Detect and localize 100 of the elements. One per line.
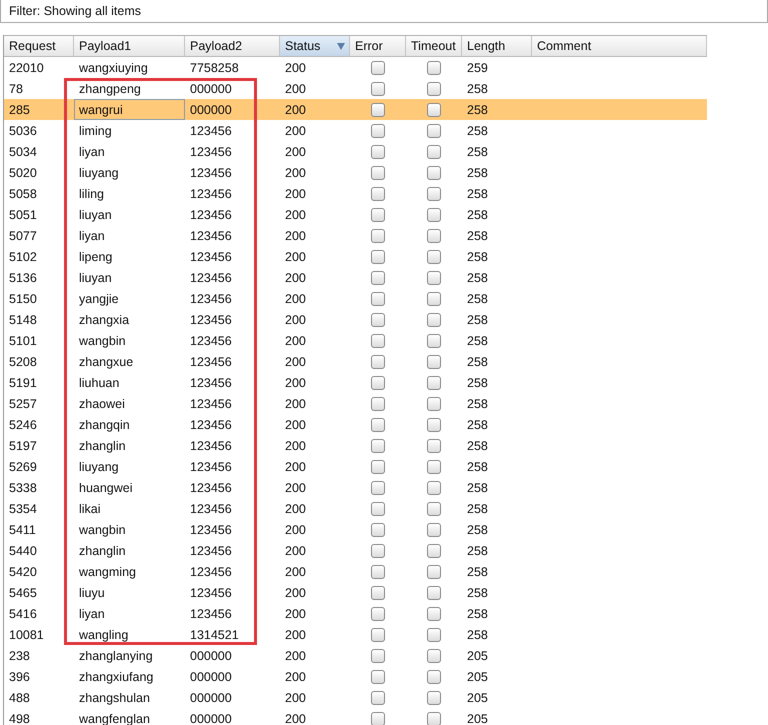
column-header[interactable]: Payload2 — [185, 36, 280, 57]
error-checkbox[interactable] — [371, 460, 385, 474]
timeout-checkbox[interactable] — [427, 502, 441, 516]
table-cell-text: 5269 — [8, 458, 38, 476]
error-checkbox[interactable] — [371, 186, 385, 200]
error-checkbox[interactable] — [371, 208, 385, 222]
timeout-checkbox[interactable] — [427, 292, 441, 306]
table-cell-text: likai — [78, 500, 102, 518]
column-header[interactable]: Comment — [532, 36, 707, 57]
sort-down-icon — [337, 42, 345, 50]
table-cell-text: 258 — [466, 606, 489, 622]
timeout-checkbox[interactable] — [427, 418, 441, 432]
timeout-checkbox[interactable] — [427, 564, 441, 578]
error-checkbox[interactable] — [371, 628, 385, 642]
timeout-checkbox[interactable] — [427, 334, 441, 348]
timeout-checkbox[interactable] — [427, 208, 441, 222]
error-checkbox[interactable] — [371, 60, 385, 74]
table-cell-text: zhanglin — [78, 542, 127, 560]
timeout-checkbox[interactable] — [427, 460, 441, 474]
filter-bar[interactable]: Filter: Showing all items — [0, 0, 768, 23]
table-cell-text: liming — [78, 122, 113, 140]
column-header[interactable]: Payload1 — [74, 36, 185, 57]
table-cell-text: 258 — [466, 290, 489, 308]
error-checkbox[interactable] — [371, 166, 385, 180]
error-checkbox[interactable] — [371, 670, 385, 684]
column-header[interactable]: Length — [462, 36, 532, 57]
table-cell-text: wangling — [78, 626, 130, 644]
column-header[interactable]: Timeout — [406, 36, 462, 57]
timeout-checkbox[interactable] — [427, 712, 441, 725]
error-checkbox[interactable] — [371, 564, 385, 578]
column-header[interactable]: Error — [350, 36, 406, 57]
timeout-checkbox[interactable] — [427, 690, 441, 704]
timeout-checkbox[interactable] — [427, 60, 441, 74]
timeout-checkbox[interactable] — [427, 124, 441, 138]
error-checkbox[interactable] — [371, 502, 385, 516]
table-cell-text: 5150 — [8, 290, 38, 308]
table-cell-text: 123456 — [189, 396, 233, 412]
error-checkbox[interactable] — [371, 312, 385, 326]
column-header[interactable]: Request — [4, 36, 74, 57]
timeout-checkbox[interactable] — [427, 606, 441, 620]
timeout-checkbox[interactable] — [427, 628, 441, 642]
error-checkbox[interactable] — [371, 334, 385, 348]
timeout-checkbox[interactable] — [427, 522, 441, 536]
table-cell-text: lipeng — [78, 248, 114, 266]
table-cell-text: 123456 — [189, 564, 233, 580]
error-checkbox[interactable] — [371, 124, 385, 138]
error-checkbox[interactable] — [371, 354, 385, 368]
error-checkbox[interactable] — [371, 102, 385, 116]
error-checkbox[interactable] — [371, 292, 385, 306]
timeout-checkbox[interactable] — [427, 186, 441, 200]
table-cell-text: 258 — [466, 374, 489, 392]
table-cell-text: 258 — [466, 416, 489, 434]
timeout-checkbox[interactable] — [427, 670, 441, 684]
error-checkbox[interactable] — [371, 270, 385, 284]
timeout-checkbox[interactable] — [427, 82, 441, 96]
table-cell-text: 205 — [466, 668, 489, 686]
table-cell-text: 200 — [284, 626, 307, 644]
error-checkbox[interactable] — [371, 648, 385, 662]
error-checkbox[interactable] — [371, 144, 385, 158]
error-checkbox[interactable] — [371, 438, 385, 452]
table-cell-text: 123456 — [189, 522, 233, 538]
error-checkbox[interactable] — [371, 606, 385, 620]
error-checkbox[interactable] — [371, 480, 385, 494]
timeout-checkbox[interactable] — [427, 270, 441, 284]
timeout-checkbox[interactable] — [427, 648, 441, 662]
error-checkbox[interactable] — [371, 712, 385, 725]
timeout-checkbox[interactable] — [427, 312, 441, 326]
timeout-checkbox[interactable] — [427, 354, 441, 368]
timeout-checkbox[interactable] — [427, 480, 441, 494]
table-cell-text: 200 — [284, 102, 307, 118]
timeout-checkbox[interactable] — [427, 376, 441, 390]
table-cell-text: 200 — [284, 584, 307, 602]
table-cell-text: liuyan — [78, 270, 113, 287]
table-row[interactable]: 285 wangrui 000000 200 258 — [4, 99, 707, 120]
error-checkbox[interactable] — [371, 376, 385, 390]
column-header[interactable]: Status — [280, 36, 350, 57]
timeout-checkbox[interactable] — [427, 396, 441, 410]
table-cell-text: 5440 — [8, 542, 38, 560]
table-cell-text: 258 — [466, 122, 489, 140]
timeout-checkbox[interactable] — [427, 438, 441, 452]
error-checkbox[interactable] — [371, 228, 385, 242]
error-checkbox[interactable] — [371, 544, 385, 558]
timeout-checkbox[interactable] — [427, 544, 441, 558]
timeout-checkbox[interactable] — [427, 250, 441, 264]
timeout-checkbox[interactable] — [427, 102, 441, 116]
table-cell-text: 000000 — [189, 80, 233, 98]
error-checkbox[interactable] — [371, 418, 385, 432]
error-checkbox[interactable] — [371, 82, 385, 96]
table-cell-text: wangfenglan — [78, 710, 151, 725]
error-checkbox[interactable] — [371, 586, 385, 600]
error-checkbox[interactable] — [371, 396, 385, 410]
timeout-checkbox[interactable] — [427, 166, 441, 180]
timeout-checkbox[interactable] — [427, 228, 441, 242]
error-checkbox[interactable] — [371, 250, 385, 264]
timeout-checkbox[interactable] — [427, 144, 441, 158]
timeout-checkbox[interactable] — [427, 586, 441, 600]
error-checkbox[interactable] — [371, 690, 385, 704]
table-cell-text: 258 — [466, 144, 489, 160]
error-checkbox[interactable] — [371, 522, 385, 536]
table-cell-text: 200 — [284, 122, 307, 140]
